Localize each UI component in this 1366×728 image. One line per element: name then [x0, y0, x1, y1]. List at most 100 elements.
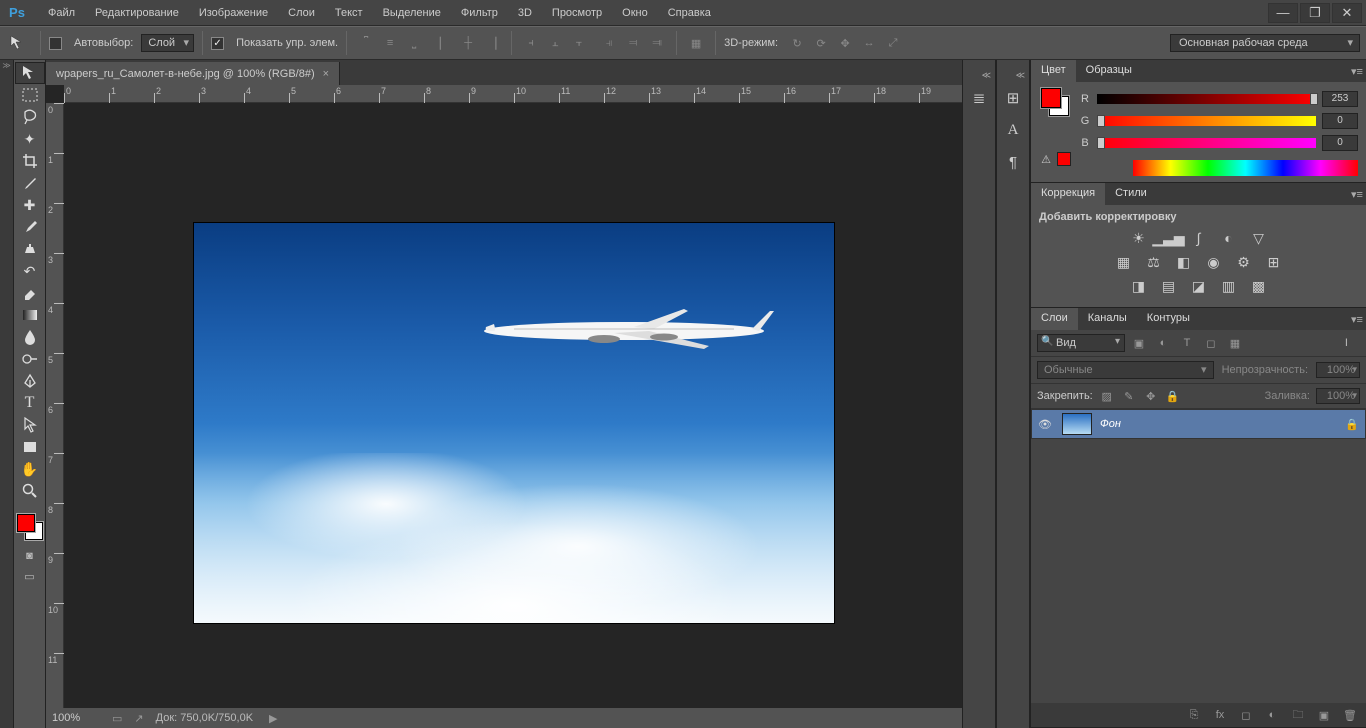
menu-file[interactable]: Файл: [38, 3, 85, 23]
auto-align-icon[interactable]: ▦: [685, 32, 707, 54]
tab-color[interactable]: Цвет: [1031, 60, 1076, 82]
type-tool-icon[interactable]: T: [15, 392, 45, 414]
auto-select-checkbox[interactable]: [49, 37, 62, 50]
foreground-color-swatch[interactable]: [17, 514, 35, 532]
tab-swatches[interactable]: Образцы: [1076, 60, 1142, 82]
posterize-icon[interactable]: ▤: [1159, 277, 1179, 295]
panel-menu-icon[interactable]: ▾≡: [1348, 183, 1366, 205]
filter-type-icon[interactable]: T: [1177, 334, 1197, 352]
strip-grip-icon[interactable]: ≪: [963, 70, 995, 80]
workspace-dropdown[interactable]: Основная рабочая среда: [1170, 34, 1360, 52]
tab-layers[interactable]: Слои: [1031, 308, 1078, 330]
menu-select[interactable]: Выделение: [373, 3, 451, 23]
align-left-icon[interactable]: ▏: [433, 32, 455, 54]
quickmask-icon[interactable]: ◙: [15, 546, 45, 566]
eraser-tool-icon[interactable]: [15, 282, 45, 304]
auto-select-target-dropdown[interactable]: Слой: [141, 34, 194, 52]
distribute-hcenter-icon[interactable]: ⫤: [622, 32, 644, 54]
link-layers-icon[interactable]: ⎘: [1186, 709, 1202, 722]
marquee-tool-icon[interactable]: [15, 84, 45, 106]
horizontal-ruler[interactable]: 012345678910111213141516171819: [64, 85, 962, 103]
color-fg-swatch[interactable]: [1041, 88, 1061, 108]
layer-filter-kind-dropdown[interactable]: Вид: [1037, 334, 1125, 352]
distribute-left-icon[interactable]: ⫣: [598, 32, 620, 54]
levels-icon[interactable]: ▁▃▅: [1159, 229, 1179, 247]
gamut-warning-icon[interactable]: ⚠: [1039, 152, 1053, 166]
glyphs-panel-icon[interactable]: A: [998, 116, 1028, 144]
layer-mask-icon[interactable]: ◻: [1238, 709, 1254, 722]
panel-menu-icon[interactable]: ▾≡: [1348, 60, 1366, 82]
distribute-right-icon[interactable]: ⫥: [646, 32, 668, 54]
adjustment-layer-icon[interactable]: ◐: [1264, 709, 1280, 721]
lock-pixels-icon[interactable]: ✎: [1121, 390, 1137, 403]
hand-tool-icon[interactable]: ✋: [15, 458, 45, 480]
new-layer-icon[interactable]: ▣: [1316, 709, 1332, 722]
g-slider[interactable]: [1097, 116, 1316, 126]
history-brush-tool-icon[interactable]: ↶: [15, 260, 45, 282]
r-value[interactable]: 253: [1322, 91, 1358, 107]
3d-drag-icon[interactable]: ✥: [834, 32, 856, 54]
threshold-icon[interactable]: ◪: [1189, 277, 1209, 295]
align-vcenter-icon[interactable]: ≡: [379, 32, 401, 54]
screenmode-icon[interactable]: ▭: [15, 566, 45, 586]
color-swatches[interactable]: [17, 514, 43, 540]
status-share-icon[interactable]: ↗: [134, 712, 143, 725]
tab-paths[interactable]: Контуры: [1137, 308, 1200, 330]
color-panel-swatches[interactable]: [1041, 88, 1069, 116]
filter-shape-icon[interactable]: ◻: [1201, 334, 1221, 352]
path-select-tool-icon[interactable]: [15, 414, 45, 436]
layer-visibility-icon[interactable]: 👁: [1038, 418, 1054, 431]
vertical-ruler[interactable]: 01234567891011: [46, 103, 64, 708]
canvas[interactable]: [194, 223, 834, 623]
filter-smart-icon[interactable]: ▦: [1225, 334, 1245, 352]
brightness-contrast-icon[interactable]: ☀: [1129, 229, 1149, 247]
document-info[interactable]: Док: 750,0K/750,0K: [156, 712, 253, 724]
distribute-top-icon[interactable]: ⫞: [520, 32, 542, 54]
layer-row[interactable]: 👁 Фон 🔒: [1031, 409, 1366, 439]
selective-color-icon[interactable]: ▩: [1249, 277, 1269, 295]
brush-tool-icon[interactable]: [15, 216, 45, 238]
align-bottom-icon[interactable]: ⎵: [403, 32, 425, 54]
menu-3d[interactable]: 3D: [508, 3, 542, 23]
black-white-icon[interactable]: ◧: [1174, 253, 1194, 271]
menu-filter[interactable]: Фильтр: [451, 3, 508, 23]
move-tool-icon[interactable]: [15, 62, 45, 84]
tab-adjustments[interactable]: Коррекция: [1031, 183, 1105, 205]
app-logo[interactable]: Ps: [4, 3, 30, 23]
opacity-value[interactable]: 100%: [1316, 362, 1360, 378]
document-info-arrow-icon[interactable]: ▶: [269, 712, 277, 725]
gradient-map-icon[interactable]: ▥: [1219, 277, 1239, 295]
filter-pixel-icon[interactable]: ▣: [1129, 334, 1149, 352]
fill-value[interactable]: 100%: [1316, 388, 1360, 404]
color-balance-icon[interactable]: ⚖: [1144, 253, 1164, 271]
filter-toggle-icon[interactable]: ⏽: [1342, 337, 1360, 350]
healing-brush-tool-icon[interactable]: ✚: [15, 194, 45, 216]
lasso-tool-icon[interactable]: [15, 106, 45, 128]
align-top-icon[interactable]: ⎴: [355, 32, 377, 54]
align-right-icon[interactable]: ▕: [481, 32, 503, 54]
3d-rotate-icon[interactable]: ↻: [786, 32, 808, 54]
layer-name[interactable]: Фон: [1100, 418, 1337, 430]
menu-type[interactable]: Текст: [325, 3, 373, 23]
eyedropper-tool-icon[interactable]: [15, 172, 45, 194]
crop-tool-icon[interactable]: [15, 150, 45, 172]
character-panel-icon[interactable]: ⊞: [998, 84, 1028, 112]
history-panel-icon[interactable]: ≣: [964, 84, 994, 112]
zoom-level[interactable]: 100%: [52, 712, 100, 724]
b-slider[interactable]: [1097, 138, 1316, 148]
gradient-tool-icon[interactable]: [15, 304, 45, 326]
zoom-tool-icon[interactable]: [15, 480, 45, 502]
clone-stamp-tool-icon[interactable]: [15, 238, 45, 260]
r-slider[interactable]: [1097, 94, 1316, 104]
3d-roll-icon[interactable]: ⟳: [810, 32, 832, 54]
3d-slide-icon[interactable]: ↔: [858, 32, 880, 54]
current-tool-icon[interactable]: [6, 32, 32, 54]
paragraph-panel-icon[interactable]: ¶: [998, 148, 1028, 176]
photo-filter-icon[interactable]: ◉: [1204, 253, 1224, 271]
filter-adjust-icon[interactable]: ◐: [1153, 334, 1173, 352]
layer-fx-icon[interactable]: fx: [1212, 709, 1228, 721]
tab-styles[interactable]: Стили: [1105, 183, 1157, 205]
g-value[interactable]: 0: [1322, 113, 1358, 129]
window-minimize-icon[interactable]: —: [1268, 3, 1298, 23]
channel-mixer-icon[interactable]: ⚙: [1234, 253, 1254, 271]
